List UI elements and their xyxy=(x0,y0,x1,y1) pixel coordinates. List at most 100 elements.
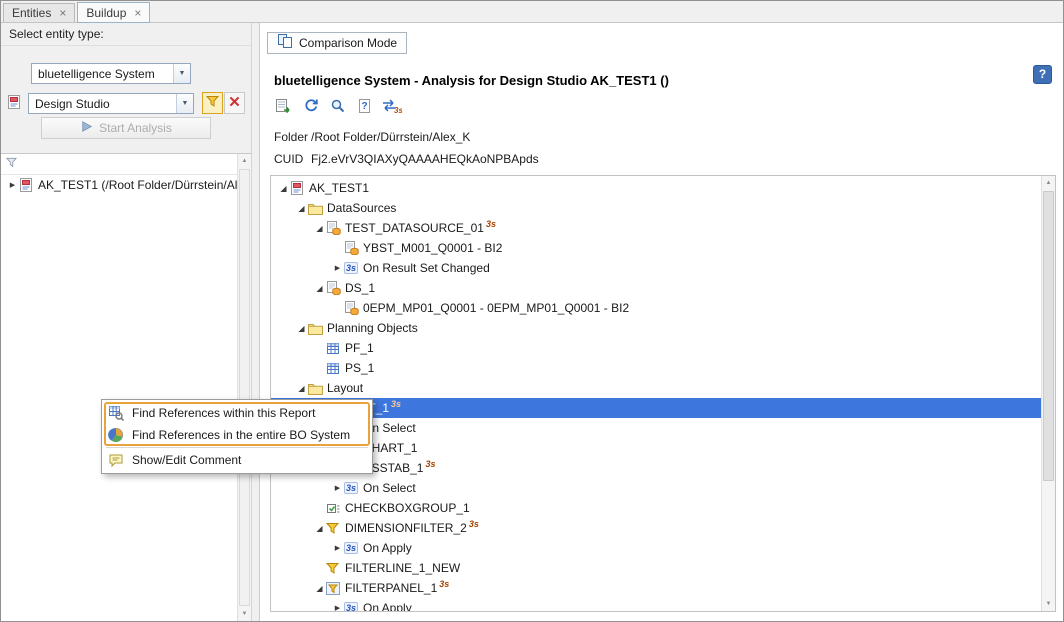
tab-entities[interactable]: Entities × xyxy=(3,3,75,22)
analysis-panel: Comparison Mode bluetelligence System - … xyxy=(259,23,1063,621)
search-icon[interactable] xyxy=(327,97,348,114)
grid-filter-row[interactable] xyxy=(1,154,237,175)
tree-item-label: FILTERLINE_1_NEW xyxy=(345,561,460,575)
tree-row[interactable]: ▶3sOn Result Set Changed xyxy=(271,258,1041,278)
chevron-expanded-icon[interactable]: ◢ xyxy=(313,224,326,233)
tree-row[interactable]: ◢Layout xyxy=(271,378,1041,398)
folder-value: /Root Folder/Dürrstein/Alex_K xyxy=(311,130,470,144)
chevron-expanded-icon[interactable]: ◢ xyxy=(295,324,308,333)
tree-row[interactable]: PS_1 xyxy=(271,358,1041,378)
tree-row[interactable]: ◢CROSSTAB_13s xyxy=(271,458,1041,478)
refresh-3s-icon[interactable]: 3s xyxy=(381,97,402,114)
tree-row[interactable]: ▶3sOn Apply xyxy=(271,598,1041,611)
comparison-icon xyxy=(277,34,293,52)
chevron-expanded-icon[interactable]: ◢ xyxy=(277,184,290,193)
entity-type-select[interactable]: Design Studio ▼ xyxy=(28,93,194,114)
filter-toggle-button[interactable] xyxy=(202,92,223,114)
tree-row[interactable]: ◢ DIMENSIONFILTER_23s xyxy=(271,518,1041,538)
svg-text:3s: 3s xyxy=(394,106,402,114)
scrollbar-thumb[interactable] xyxy=(239,169,250,606)
tree-item-label: DS_1 xyxy=(345,281,375,295)
filter-funnel-icon xyxy=(206,95,219,111)
tree-item-label: DIMENSIONFILTER_2 xyxy=(345,521,467,535)
help-button[interactable]: ? xyxy=(1033,65,1052,84)
scroll-up-icon[interactable]: ▲ xyxy=(1042,176,1055,190)
show-edit-comment-icon xyxy=(107,453,125,468)
tab-buildup[interactable]: Buildup × xyxy=(77,2,150,23)
chevron-expanded-icon[interactable]: ◢ xyxy=(295,384,308,393)
tree-row[interactable]: ◢ Planning Objects xyxy=(271,318,1041,338)
menu-item-find-references-report[interactable]: Find References within this Report xyxy=(104,402,370,424)
folder-row: Folder /Root Folder/Dürrstein/Alex_K xyxy=(274,130,470,144)
cuid-value: Fj2.eVrV3QIAXyQAAAAHEQkAoNPBApds xyxy=(311,152,539,166)
scroll-up-icon[interactable]: ▲ xyxy=(238,154,251,168)
tree-row[interactable]: YBST_M001_Q0001 - BI2 xyxy=(271,238,1041,258)
tree-item-label: On Result Set Changed xyxy=(363,261,490,275)
context-menu-list: Find References within this ReportFind R… xyxy=(104,402,370,471)
scrollbar-thumb[interactable] xyxy=(1043,191,1054,481)
script3s-icon: 3s xyxy=(344,542,363,554)
chevron-down-icon[interactable]: ▼ xyxy=(173,64,190,83)
tree-scrollbar[interactable]: ▲ ▼ xyxy=(1041,176,1055,611)
refresh-icon[interactable] xyxy=(300,97,321,114)
tree-row[interactable]: ◢ DS_1 xyxy=(271,278,1041,298)
tree-row[interactable]: ◢TEST_DATASOURCE_013s xyxy=(271,218,1041,238)
folder-icon xyxy=(308,322,327,335)
chevron-collapsed-icon[interactable]: ▶ xyxy=(6,181,19,189)
entity-panel: Select entity type: bluetelligence Syste… xyxy=(1,23,251,621)
tree-item-label: DataSources xyxy=(327,201,396,215)
chevron-expanded-icon[interactable]: ◢ xyxy=(295,204,308,213)
start-analysis-button[interactable]: Start Analysis xyxy=(41,117,211,139)
tree-item-label: On Apply xyxy=(363,541,412,555)
chevron-down-icon[interactable]: ▼ xyxy=(176,94,193,113)
tree-row[interactable]: ◢TEXT_13s xyxy=(271,398,1041,418)
panel-splitter[interactable] xyxy=(251,23,259,621)
tree-row[interactable]: ▶3sOn Select xyxy=(271,478,1041,498)
play-icon xyxy=(80,120,93,136)
tree-item-label: FILTERPANEL_1 xyxy=(345,581,437,595)
filterpanel-icon xyxy=(326,582,345,595)
filter-icon xyxy=(326,562,345,575)
tab-label: Buildup xyxy=(86,6,126,20)
tree-row[interactable]: CHECKBOXGROUP_1 xyxy=(271,498,1041,518)
close-icon[interactable]: × xyxy=(59,6,66,20)
tree-row[interactable]: CHART_1 xyxy=(271,438,1041,458)
seconds-badge: 3s xyxy=(469,519,479,529)
application-window: Entities × Buildup × Select entity type:… xyxy=(0,0,1064,622)
chevron-collapsed-icon[interactable]: ▶ xyxy=(331,604,344,611)
scroll-down-icon[interactable]: ▼ xyxy=(1042,597,1055,611)
tree-row[interactable]: ◢FILTERPANEL_13s xyxy=(271,578,1041,598)
tree-row[interactable]: ◢ DataSources xyxy=(271,198,1041,218)
grid-icon xyxy=(326,362,345,375)
tree-row[interactable]: 0EPM_MP01_Q0001 - 0EPM_MP01_Q0001 - BI2 xyxy=(271,298,1041,318)
chevron-expanded-icon[interactable]: ◢ xyxy=(313,524,326,533)
start-analysis-label: Start Analysis xyxy=(99,121,172,135)
tree-item-label: 0EPM_MP01_Q0001 - 0EPM_MP01_Q0001 - BI2 xyxy=(363,301,629,315)
export-table-icon[interactable] xyxy=(273,97,294,114)
context-menu: Find References within this ReportFind R… xyxy=(101,399,373,474)
close-icon[interactable]: × xyxy=(134,6,141,20)
scroll-down-icon[interactable]: ▼ xyxy=(238,607,251,621)
menu-item-find-references-system[interactable]: Find References in the entire BO System xyxy=(104,424,370,446)
tree-row[interactable]: ▶3sOn Apply xyxy=(271,538,1041,558)
folder-icon xyxy=(308,202,327,215)
tree-item-label: Planning Objects xyxy=(327,321,418,335)
tree-row[interactable]: PF_1 xyxy=(271,338,1041,358)
entity-list-item[interactable]: ▶ AK_TEST1 (/Root Folder/Dürrstein/Alex_… xyxy=(1,175,237,195)
tree-row[interactable]: ◢AK_TEST1 xyxy=(271,178,1041,198)
tab-label: Entities xyxy=(12,6,51,20)
chevron-collapsed-icon[interactable]: ▶ xyxy=(331,544,344,552)
left-scrollbar[interactable]: ▲ ▼ xyxy=(237,154,251,621)
chevron-expanded-icon[interactable]: ◢ xyxy=(313,584,326,593)
help-doc-icon[interactable]: ? xyxy=(354,97,375,114)
tree-row[interactable]: ▶3sOn Select xyxy=(271,418,1041,438)
chevron-collapsed-icon[interactable]: ▶ xyxy=(331,264,344,272)
chevron-collapsed-icon[interactable]: ▶ xyxy=(331,484,344,492)
clear-filter-button[interactable] xyxy=(224,92,245,114)
comparison-mode-button[interactable]: Comparison Mode xyxy=(267,32,407,54)
system-select[interactable]: bluetelligence System ▼ xyxy=(31,63,191,84)
find-references-report-icon xyxy=(107,405,125,421)
chevron-expanded-icon[interactable]: ◢ xyxy=(313,284,326,293)
menu-item-show-edit-comment[interactable]: Show/Edit Comment xyxy=(104,449,370,471)
tree-row[interactable]: FILTERLINE_1_NEW xyxy=(271,558,1041,578)
